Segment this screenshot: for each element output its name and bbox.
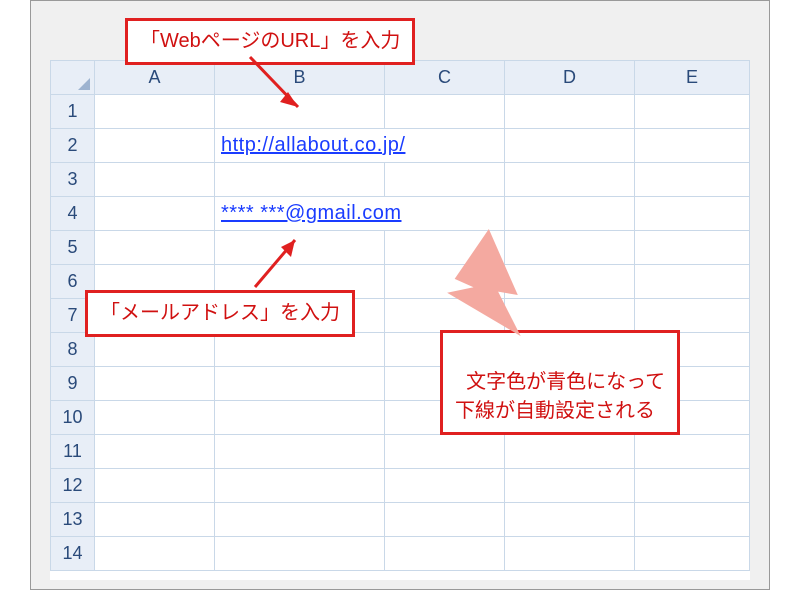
cell-B3[interactable] [215,163,385,197]
cell[interactable] [95,503,215,537]
cell[interactable] [385,299,505,333]
table-row: 11 [51,435,750,469]
cell[interactable] [385,265,505,299]
cell-C3[interactable] [385,163,505,197]
callout-mail-label: 「メールアドレス」を入力 [85,290,355,337]
cell[interactable] [505,435,635,469]
cell[interactable] [215,469,385,503]
table-row: 14 [51,537,750,571]
cell[interactable] [215,231,385,265]
cell-A4[interactable] [95,197,215,231]
col-header-D[interactable]: D [505,61,635,95]
col-header-E[interactable]: E [635,61,750,95]
table-row: 2 http://allabout.co.jp/ [51,129,750,163]
cell[interactable] [385,469,505,503]
cell-E4[interactable] [635,197,750,231]
cell[interactable] [635,469,750,503]
cell[interactable] [215,435,385,469]
cell[interactable] [385,231,505,265]
cell[interactable] [95,333,215,367]
row-header[interactable]: 5 [51,231,95,265]
cell[interactable] [385,537,505,571]
cell-B1[interactable] [215,95,385,129]
table-row: 13 [51,503,750,537]
cell[interactable] [215,333,385,367]
row-header[interactable]: 2 [51,129,95,163]
row-header[interactable]: 10 [51,401,95,435]
cell-E3[interactable] [635,163,750,197]
row-header[interactable]: 14 [51,537,95,571]
row-header[interactable]: 3 [51,163,95,197]
select-all-corner[interactable] [51,61,95,95]
cell[interactable] [95,469,215,503]
row-header[interactable]: 8 [51,333,95,367]
hyperlink-url[interactable]: http://allabout.co.jp/ [221,134,405,156]
row-header[interactable]: 13 [51,503,95,537]
table-row: 12 [51,469,750,503]
col-header-C[interactable]: C [385,61,505,95]
cell[interactable] [215,367,385,401]
cell-D4[interactable] [505,197,635,231]
cell[interactable] [95,367,215,401]
cell[interactable] [635,435,750,469]
callout-text: 「WebページのURL」を入力 [140,30,400,52]
cell-A3[interactable] [95,163,215,197]
cell[interactable] [95,435,215,469]
cell[interactable] [505,503,635,537]
cell-B4[interactable]: **** ***@gmail.com [215,197,505,231]
cell[interactable] [215,503,385,537]
cell-D1[interactable] [505,95,635,129]
callout-effect-label: 文字色が青色になって 下線が自動設定される [440,330,680,435]
cell-B2[interactable]: http://allabout.co.jp/ [215,129,505,163]
cell-A2[interactable] [95,129,215,163]
hyperlink-email[interactable]: **** ***@gmail.com [221,202,401,224]
cell[interactable] [95,537,215,571]
cell-D2[interactable] [505,129,635,163]
table-row: 3 [51,163,750,197]
row-header[interactable]: 9 [51,367,95,401]
cell[interactable] [215,401,385,435]
table-row: 5 [51,231,750,265]
cell[interactable] [215,537,385,571]
table-row: 4 **** ***@gmail.com [51,197,750,231]
cell[interactable] [635,503,750,537]
cell[interactable] [95,231,215,265]
cell[interactable] [505,299,635,333]
cell-A1[interactable] [95,95,215,129]
cell[interactable] [635,265,750,299]
cell[interactable] [635,537,750,571]
cell-E2[interactable] [635,129,750,163]
row-header[interactable]: 11 [51,435,95,469]
cell[interactable] [635,299,750,333]
col-header-B[interactable]: B [215,61,385,95]
row-header[interactable]: 12 [51,469,95,503]
callout-text: 文字色が青色になって 下線が自動設定される [455,371,665,422]
col-header-A[interactable]: A [95,61,215,95]
cell-D3[interactable] [505,163,635,197]
cell[interactable] [385,435,505,469]
table-row: 1 [51,95,750,129]
callout-text: 「メールアドレス」を入力 [100,302,340,324]
cell-E1[interactable] [635,95,750,129]
callout-url-label: 「WebページのURL」を入力 [125,18,415,65]
cell[interactable] [385,503,505,537]
cell[interactable] [505,265,635,299]
row-header[interactable]: 4 [51,197,95,231]
cell[interactable] [505,231,635,265]
cell[interactable] [95,401,215,435]
cell-C1[interactable] [385,95,505,129]
cell[interactable] [505,469,635,503]
cell[interactable] [635,231,750,265]
row-header[interactable]: 1 [51,95,95,129]
cell[interactable] [505,537,635,571]
